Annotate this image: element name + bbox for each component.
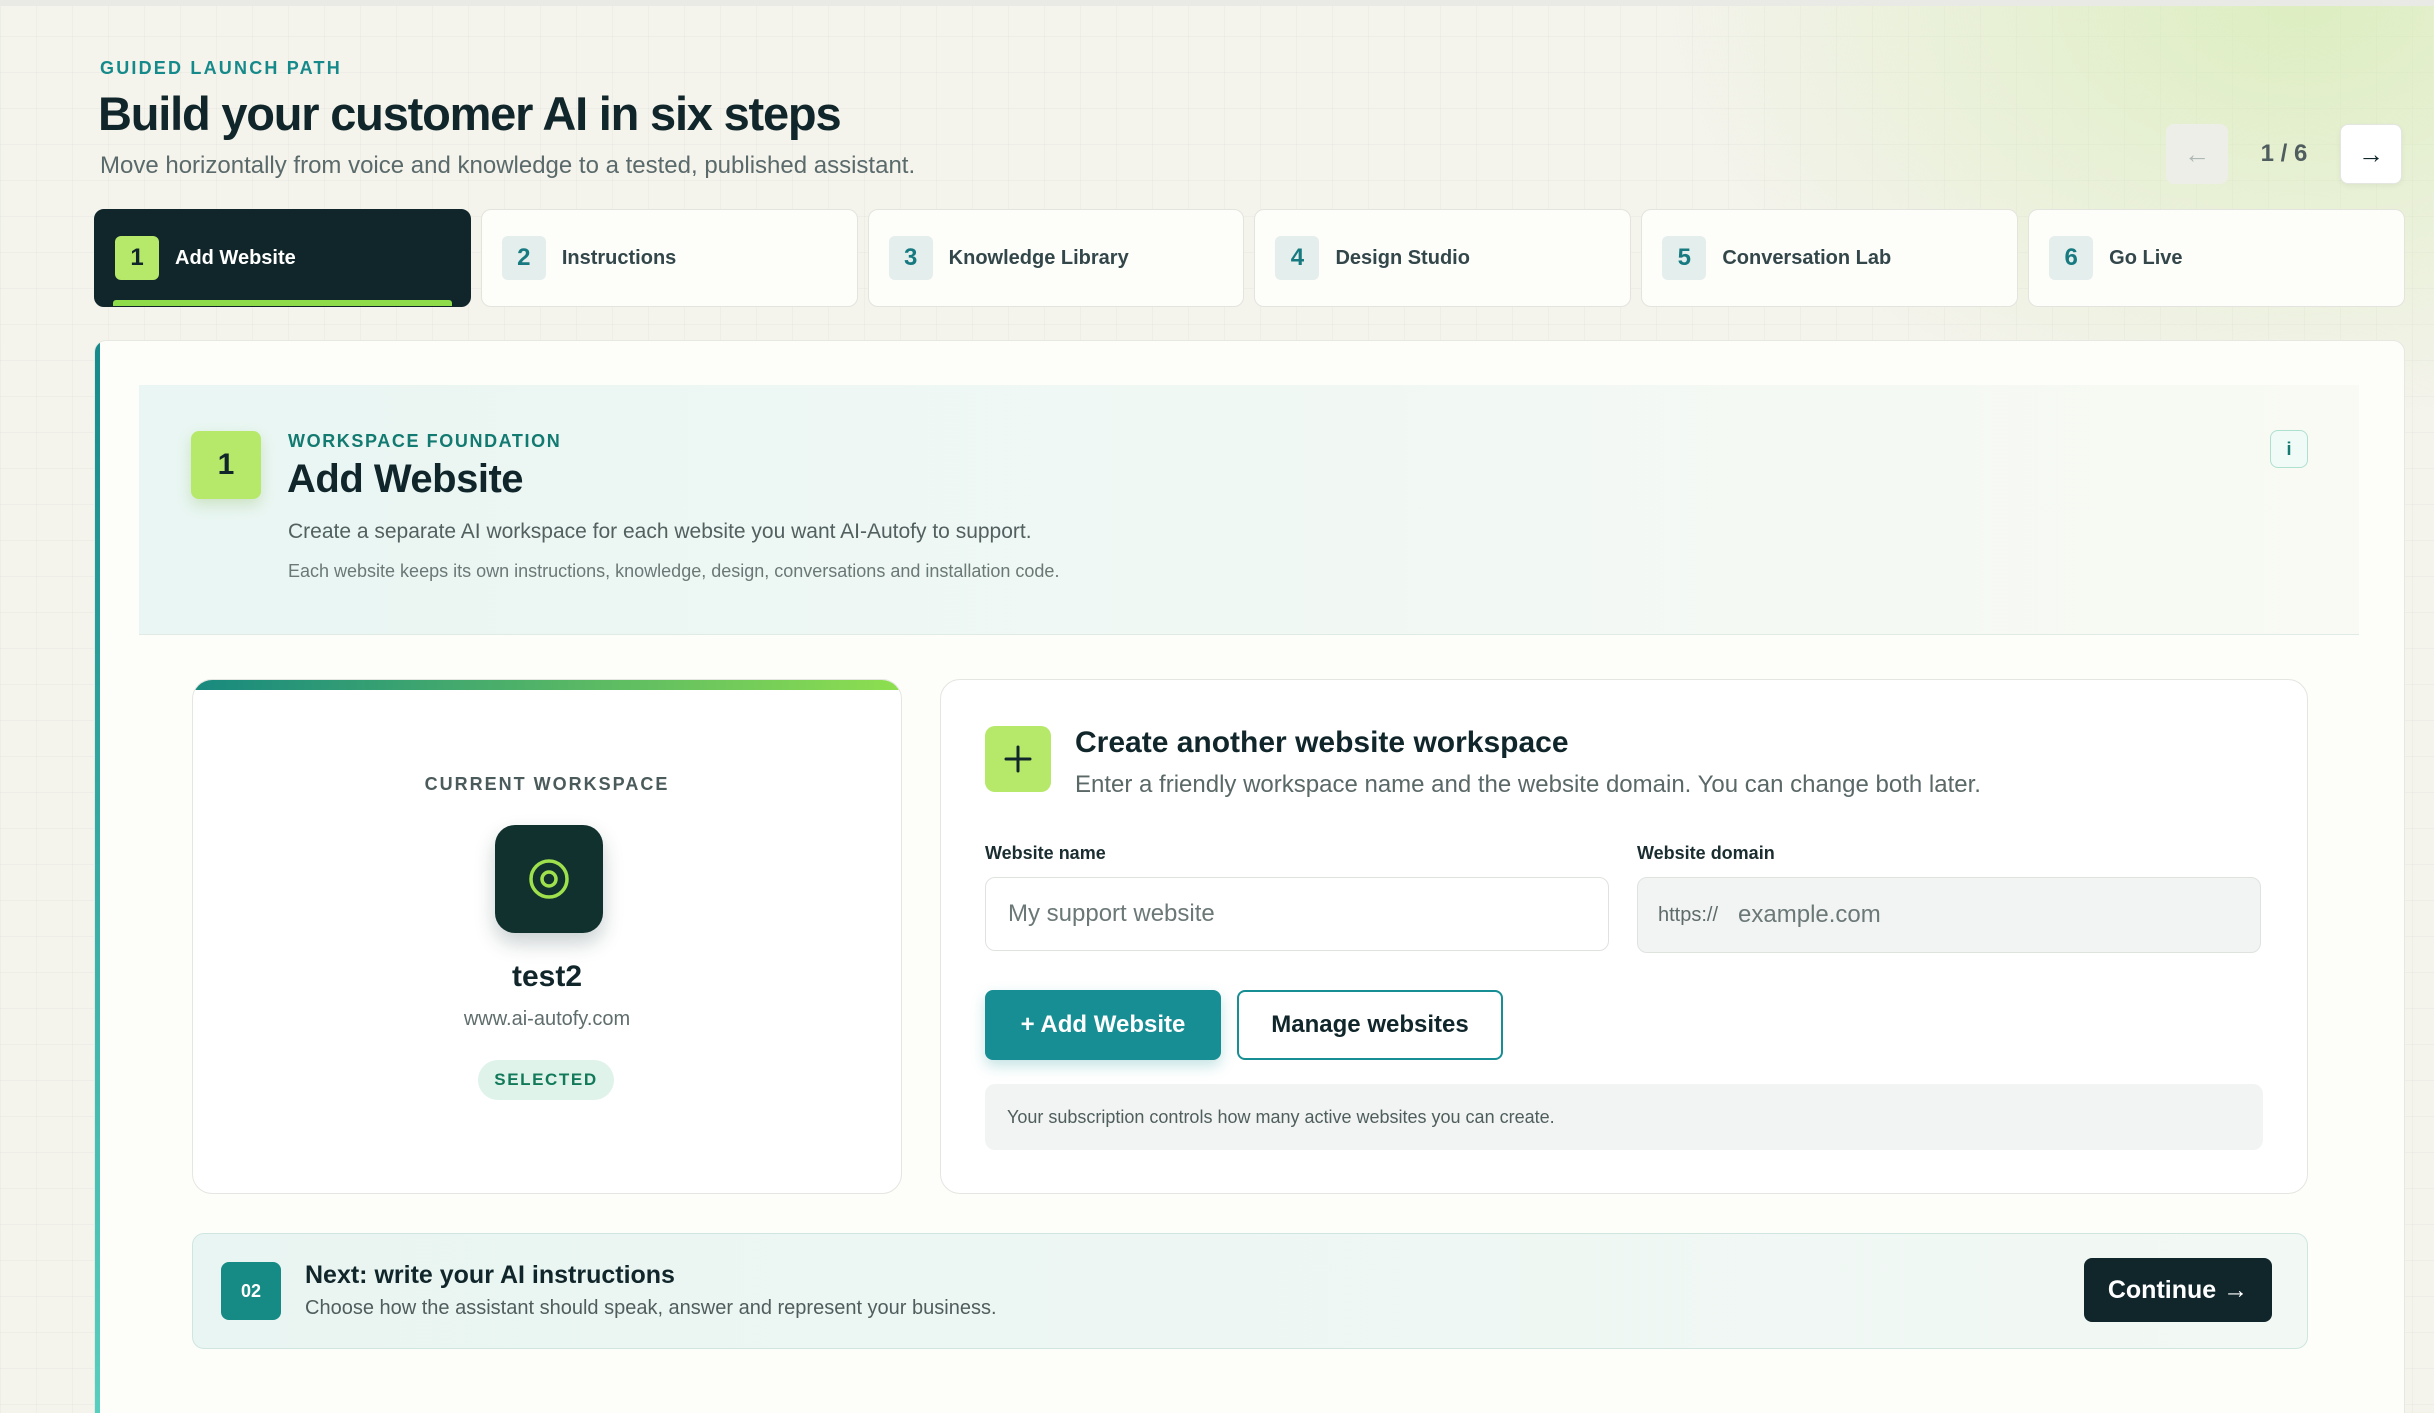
- page-eyebrow: GUIDED LAUNCH PATH: [100, 58, 342, 78]
- card-gradient-bar: [193, 680, 901, 690]
- top-border: [0, 0, 2434, 6]
- website-name-label: Website name: [985, 843, 1106, 863]
- create-workspace-card: Create another website workspace Enter a…: [940, 679, 2308, 1194]
- step-eyebrow: WORKSPACE FOUNDATION: [288, 431, 562, 451]
- next-step-banner: 02 Next: write your AI instructions Choo…: [192, 1233, 2308, 1349]
- tab-number: 1: [115, 236, 159, 280]
- manage-websites-button[interactable]: Manage websites: [1237, 990, 1503, 1060]
- tab-conversation-lab[interactable]: 5 Conversation Lab: [1641, 209, 2019, 307]
- workspace-label: CURRENT WORKSPACE: [424, 774, 670, 794]
- tab-add-website[interactable]: 1 Add Website: [94, 209, 471, 307]
- subscription-note: Your subscription controls how many acti…: [985, 1084, 2263, 1150]
- tab-number: 5: [1662, 236, 1707, 280]
- next-step-subtitle: Choose how the assistant should speak, a…: [305, 1297, 997, 1319]
- website-domain-input[interactable]: [1738, 878, 2260, 952]
- arrow-left-icon: ←: [2184, 138, 2210, 169]
- tab-label: Conversation Lab: [1722, 246, 1892, 269]
- tab-knowledge-library[interactable]: 3 Knowledge Library: [867, 209, 1245, 307]
- tab-go-live[interactable]: 6 Go Live: [2028, 209, 2405, 307]
- page-subtitle: Move horizontally from voice and knowled…: [100, 152, 916, 179]
- target-icon: [529, 859, 569, 899]
- form-subtitle: Enter a friendly workspace name and the …: [1075, 771, 1981, 798]
- website-domain-field: https://: [1637, 877, 2261, 953]
- step-title: Add Website: [287, 457, 524, 501]
- tab-number: 2: [501, 236, 546, 280]
- workspace-name: test2: [511, 960, 583, 993]
- info-button[interactable]: i: [2270, 430, 2308, 468]
- tab-instructions[interactable]: 2 Instructions: [480, 209, 858, 307]
- arrow-right-icon: →: [2358, 138, 2384, 169]
- current-workspace-card: CURRENT WORKSPACE test2 www.ai-autofy.co…: [192, 679, 902, 1194]
- plus-icon: [985, 726, 1051, 792]
- workspace-logo: [495, 825, 603, 933]
- website-name-input[interactable]: [985, 877, 1609, 951]
- step-intro: 1 WORKSPACE FOUNDATION Add Website Creat…: [139, 385, 2359, 635]
- step-pager: ← 1 / 6 →: [2166, 124, 2402, 184]
- tab-label: Add Website: [175, 246, 296, 269]
- add-website-button[interactable]: + Add Website: [985, 990, 1221, 1060]
- next-step-number: 02: [221, 1262, 281, 1320]
- step-content-card: 1 WORKSPACE FOUNDATION Add Website Creat…: [94, 340, 2405, 1413]
- tab-number: 3: [888, 236, 933, 280]
- step-counter: 1 / 6: [2260, 140, 2308, 167]
- tab-label: Go Live: [2109, 246, 2183, 269]
- info-icon: i: [2286, 438, 2292, 459]
- domain-prefix: https://: [1658, 903, 1719, 926]
- previous-step-button[interactable]: ←: [2166, 124, 2228, 184]
- website-domain-label: Website domain: [1637, 843, 1775, 863]
- step-note: Each website keeps its own instructions,…: [288, 561, 1060, 581]
- step-description: Create a separate AI workspace for each …: [288, 520, 1032, 543]
- tab-number: 4: [1275, 236, 1320, 280]
- workspace-domain: www.ai-autofy.com: [463, 1008, 631, 1030]
- form-title: Create another website workspace: [1075, 726, 1569, 759]
- next-step-title: Next: write your AI instructions: [305, 1261, 675, 1289]
- tab-label: Knowledge Library: [948, 246, 1129, 269]
- next-step-button[interactable]: →: [2340, 124, 2402, 184]
- page-title: Build your customer AI in six steps: [98, 87, 842, 140]
- tab-design-studio[interactable]: 4 Design Studio: [1254, 209, 1632, 307]
- step-number-badge: 1: [191, 431, 261, 499]
- active-tab-indicator: [113, 300, 452, 306]
- tab-number: 6: [2049, 236, 2094, 280]
- card-accent: [95, 341, 100, 1413]
- tab-label: Instructions: [561, 246, 677, 269]
- step-tabs: 1 Add Website 2 Instructions 3 Knowledge…: [94, 209, 2405, 307]
- status-badge: SELECTED: [478, 1060, 614, 1100]
- tab-label: Design Studio: [1335, 246, 1470, 269]
- continue-button[interactable]: Continue →: [2084, 1258, 2272, 1322]
